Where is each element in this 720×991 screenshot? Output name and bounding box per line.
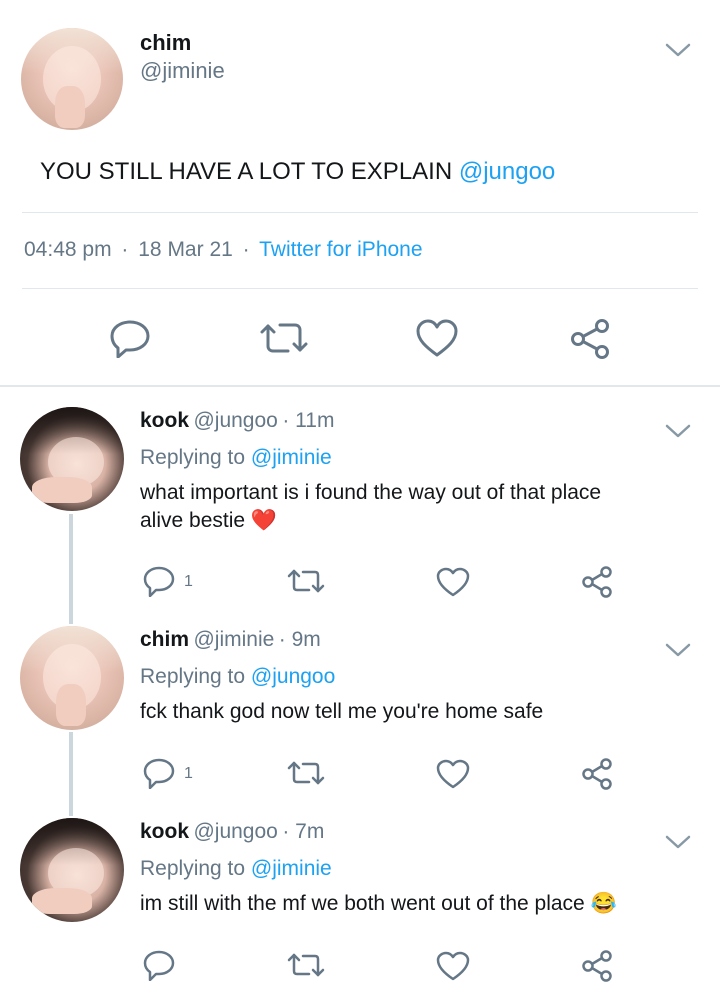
reply-icon[interactable] [142,565,176,597]
display-name[interactable]: kook [140,820,189,843]
chevron-down-icon[interactable] [664,421,692,441]
tweet-text: fck thank god now tell me you're home sa… [140,698,543,726]
tweet-time[interactable]: 04:48 pm [24,238,112,261]
chevron-down-icon[interactable] [664,640,692,660]
replying-to: Replying to @jiminie [140,446,332,470]
avatar[interactable] [21,28,123,130]
mention-link[interactable]: @jiminie [251,857,332,880]
tweet-text-line: what important is i found the way out of… [140,481,602,504]
share-icon[interactable] [580,949,614,983]
username[interactable]: @jiminie [140,58,225,84]
share-icon[interactable] [580,565,614,599]
tweet-text-span: im still with the mf we both went out of… [140,892,585,915]
display-name[interactable]: chim [140,30,191,56]
avatar[interactable] [20,407,124,511]
tweet-text-line: fck thank god now tell me you're home sa… [140,700,544,723]
timestamp[interactable]: · 7m [282,820,324,843]
chevron-down-icon[interactable] [664,40,692,60]
share-icon[interactable] [580,757,614,791]
retweet-icon[interactable] [286,950,326,980]
tweet-text: YOU STILL HAVE A LOT TO EXPLAIN @jungoo [40,158,555,186]
mention-link[interactable]: @jungoo [251,665,335,688]
timestamp[interactable]: · 11m [282,409,334,432]
reply-header: kook @jungoo · 11m [140,409,334,433]
replying-to-label: Replying to [140,857,251,880]
heart-emoji: ❤️ [250,509,278,532]
username[interactable]: @jiminie [193,628,274,651]
timestamp[interactable]: · 9m [279,628,321,651]
reply-count: 1 [184,573,193,590]
heart-icon[interactable] [414,318,460,358]
username[interactable]: @jungoo [193,820,277,843]
share-icon[interactable] [568,318,612,360]
reply-header: kook @jungoo · 7m [140,820,324,844]
divider [22,288,698,289]
separator: · [121,238,129,261]
mention-link[interactable]: @jungoo [459,158,555,185]
heart-icon[interactable] [435,758,471,790]
thread-line [69,732,73,816]
tweet-text-line: alive bestie ❤️ [140,507,601,535]
heart-icon[interactable] [435,950,471,982]
replying-to: Replying to @jiminie [140,857,332,881]
tweet-text-body: YOU STILL HAVE A LOT TO EXPLAIN [40,158,459,185]
reply-count: 1 [184,765,193,782]
avatar[interactable] [20,818,124,922]
replying-to: Replying to @jungoo [140,665,335,689]
username[interactable]: @jungoo [193,409,277,432]
reply-icon[interactable] [142,949,176,981]
retweet-icon[interactable] [286,566,326,596]
reply-header: chim @jiminie · 9m [140,628,321,652]
divider [22,212,698,213]
avatar[interactable] [20,626,124,730]
tweet-source-link[interactable]: Twitter for iPhone [259,238,422,261]
display-name[interactable]: chim [140,628,189,651]
tweet-date[interactable]: 18 Mar 21 [138,238,233,261]
mention-link[interactable]: @jiminie [251,446,332,469]
tweet-meta: 04:48 pm · 18 Mar 21 · Twitter for iPhon… [24,238,423,262]
separator: · [242,238,250,261]
reply-icon[interactable] [108,318,152,358]
chevron-down-icon[interactable] [664,832,692,852]
section-divider [0,385,720,387]
heart-icon[interactable] [435,566,471,598]
replying-to-label: Replying to [140,665,251,688]
retweet-icon[interactable] [258,318,310,358]
display-name[interactable]: kook [140,409,189,432]
reply-icon[interactable] [142,757,176,789]
tweet-text: im still with the mf we both went out of… [140,890,617,918]
tweet-text-span: alive bestie [140,509,246,532]
laughing-emoji: 😂 [590,892,617,915]
replying-to-label: Replying to [140,446,251,469]
tweet-text-line: im still with the mf we both went out of… [140,890,617,918]
tweet-text: what important is i found the way out of… [140,479,601,535]
retweet-icon[interactable] [286,758,326,788]
thread-line [69,514,73,624]
